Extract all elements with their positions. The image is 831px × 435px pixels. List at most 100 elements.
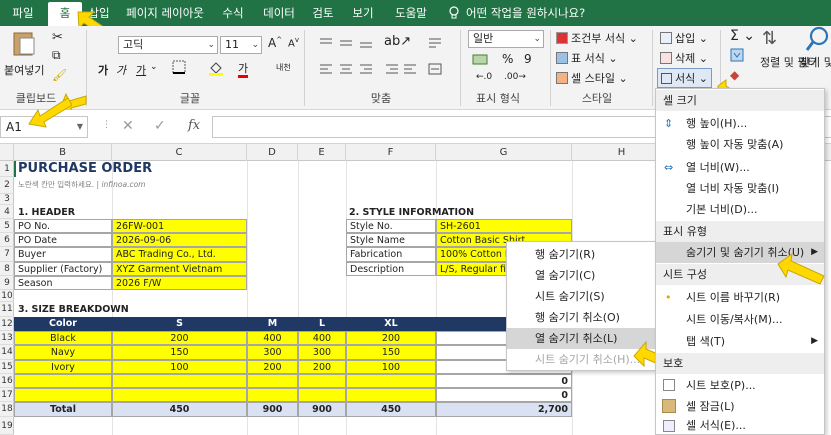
- size-qty[interactable]: [346, 388, 436, 402]
- row-header[interactable]: 13: [0, 331, 14, 345]
- copy-icon[interactable]: ⧉: [52, 48, 61, 63]
- header-label[interactable]: Buyer: [14, 247, 112, 262]
- size-qty[interactable]: 200: [298, 360, 346, 374]
- menu-hide-sheet[interactable]: 시트 숨기기(S): [507, 286, 655, 307]
- sort-filter-icon[interactable]: ⇅: [762, 28, 777, 49]
- col-header-b[interactable]: B: [14, 144, 112, 161]
- header-label[interactable]: PO No.: [14, 219, 112, 233]
- fill-icon[interactable]: [730, 48, 744, 65]
- size-row-total[interactable]: 0: [436, 388, 572, 402]
- tab-help[interactable]: 도움말: [386, 0, 436, 26]
- cancel-icon[interactable]: ✕: [122, 118, 134, 134]
- menu-unhide-rows[interactable]: 행 숨기기 취소(O): [507, 307, 655, 328]
- enter-icon[interactable]: ✓: [154, 118, 166, 134]
- col-header-g[interactable]: G: [436, 144, 572, 161]
- insert-function-button[interactable]: fx: [188, 118, 200, 133]
- size-qty[interactable]: 300: [247, 345, 298, 360]
- menu-move-copy-sheet[interactable]: 시트 이동/복사(M)...: [656, 309, 824, 330]
- row-header[interactable]: 17: [0, 388, 14, 402]
- row-header[interactable]: 2: [0, 177, 14, 194]
- find-select-icon[interactable]: [805, 26, 830, 57]
- menu-rename-sheet[interactable]: • 시트 이름 바꾸기(R): [656, 287, 824, 308]
- tab-file[interactable]: 파일: [6, 0, 40, 26]
- menu-autofit-column[interactable]: 열 너비 자동 맞춤(I): [656, 178, 824, 199]
- font-size-combo[interactable]: 11 ⌄: [220, 36, 262, 54]
- tab-page-layout[interactable]: 페이지 레이아웃: [120, 0, 210, 26]
- tab-view[interactable]: 보기: [346, 0, 380, 26]
- row-header[interactable]: 5: [0, 219, 14, 233]
- style-label[interactable]: Style Name: [346, 233, 436, 247]
- tell-me-box[interactable]: 어떤 작업을 원하시나요?: [466, 0, 596, 26]
- size-qty[interactable]: [298, 374, 346, 388]
- size-qty[interactable]: 150: [112, 345, 247, 360]
- row-header[interactable]: 4: [0, 205, 14, 219]
- phonetic-button[interactable]: 내천: [276, 62, 291, 73]
- row-header[interactable]: 3: [0, 194, 14, 205]
- header-value[interactable]: 26FW-001: [112, 219, 247, 233]
- menu-column-width[interactable]: ⇔ 열 너비(W)...: [656, 157, 824, 178]
- size-qty[interactable]: 400: [247, 331, 298, 345]
- row-header[interactable]: 8: [0, 262, 14, 276]
- size-qty[interactable]: 300: [298, 345, 346, 360]
- tab-data[interactable]: 데이터: [256, 0, 302, 26]
- menu-hide-rows[interactable]: 행 숨기기(R): [507, 244, 655, 265]
- currency-icon[interactable]: [472, 52, 488, 69]
- style-label[interactable]: Fabrication: [346, 247, 436, 262]
- orientation-icon[interactable]: ab↗: [384, 34, 411, 49]
- tab-formulas[interactable]: 수식: [214, 0, 252, 26]
- style-label[interactable]: Style No.: [346, 219, 436, 233]
- row-header[interactable]: 10: [0, 290, 14, 302]
- indent-icon[interactable]: [384, 62, 418, 79]
- size-qty[interactable]: [298, 388, 346, 402]
- format-button[interactable]: 서식 ⌄: [657, 68, 712, 88]
- style-value[interactable]: SH-2601: [436, 219, 572, 233]
- size-color[interactable]: [14, 388, 112, 402]
- menu-row-height[interactable]: ⇕ 행 높이(H)...: [656, 113, 824, 134]
- fill-color-icon[interactable]: [208, 60, 224, 79]
- size-qty[interactable]: 200: [247, 360, 298, 374]
- border-icon[interactable]: [172, 60, 186, 77]
- menu-protect-sheet[interactable]: 시트 보호(P)...: [656, 375, 824, 396]
- row-header[interactable]: 14: [0, 345, 14, 360]
- align-left-icon[interactable]: [318, 62, 378, 79]
- menu-lock-cell[interactable]: 셀 잠금(L): [656, 396, 824, 417]
- italic-button[interactable]: 가: [116, 62, 126, 78]
- percent-button[interactable]: %: [502, 52, 513, 66]
- row-header[interactable]: 11: [0, 302, 14, 317]
- format-painter-icon[interactable]: 🖌: [52, 68, 67, 82]
- find-select-button[interactable]: 찾기 및 선택: [800, 56, 831, 70]
- chevron-down-icon[interactable]: ⌄: [150, 62, 158, 72]
- merge-center-icon[interactable]: [428, 62, 442, 79]
- table-format-button[interactable]: 표 서식 ⌄: [556, 50, 618, 66]
- increase-decimal-icon[interactable]: ←.0: [476, 72, 492, 82]
- header-label[interactable]: Supplier (Factory): [14, 262, 112, 276]
- size-color[interactable]: Navy: [14, 345, 112, 360]
- size-qty[interactable]: 100: [112, 360, 247, 374]
- col-header-c[interactable]: C: [112, 144, 247, 161]
- bold-button[interactable]: 가: [98, 62, 108, 78]
- size-color[interactable]: [14, 374, 112, 388]
- row-header[interactable]: 16: [0, 374, 14, 388]
- header-value[interactable]: 2026-09-06: [112, 233, 247, 247]
- row-header[interactable]: 15: [0, 360, 14, 374]
- insert-cells-button[interactable]: 삽입 ⌄: [660, 30, 708, 46]
- size-qty[interactable]: 150: [346, 345, 436, 360]
- size-qty[interactable]: [247, 374, 298, 388]
- font-name-combo[interactable]: 고딕 ⌄: [118, 36, 218, 54]
- menu-tab-color[interactable]: 탭 색(T) ▶: [656, 331, 824, 352]
- grow-font-icon[interactable]: A^: [268, 36, 282, 50]
- row-header[interactable]: 19: [0, 417, 14, 435]
- number-format-combo[interactable]: 일반 ⌄: [468, 30, 544, 48]
- delete-cells-button[interactable]: 삭제 ⌄: [660, 50, 708, 66]
- select-all-corner[interactable]: [0, 144, 14, 161]
- header-label[interactable]: PO Date: [14, 233, 112, 247]
- cell-style-button[interactable]: 셀 스타일 ⌄: [556, 70, 628, 86]
- font-color-button[interactable]: 가: [238, 60, 249, 78]
- size-qty[interactable]: [346, 374, 436, 388]
- comma-button[interactable]: 9: [524, 52, 532, 66]
- row-header[interactable]: 6: [0, 233, 14, 247]
- size-qty[interactable]: [247, 388, 298, 402]
- cut-icon[interactable]: ✂: [52, 30, 63, 45]
- menu-format-cells[interactable]: 셀 서식(E)...: [656, 417, 824, 435]
- size-qty[interactable]: [112, 374, 247, 388]
